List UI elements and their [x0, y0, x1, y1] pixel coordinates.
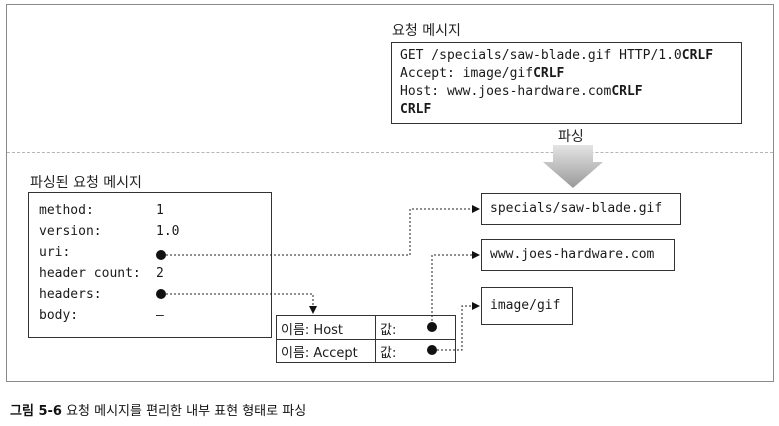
figure-caption: 그림 5-6 요청 메시지를 편리한 내부 표현 형태로 파싱: [10, 400, 306, 419]
headers-connector: [166, 293, 317, 314]
host-connector: [431, 251, 480, 321]
uri-connector: [166, 205, 480, 256]
accept-connector: [437, 302, 480, 351]
connector-layer: [166, 145, 603, 351]
figure-caption-text: 요청 메시지를 편리한 내부 표현 형태로 파싱: [66, 404, 307, 419]
parse-arrow: [543, 145, 603, 188]
figure-number: 그림 5-6: [10, 404, 62, 419]
